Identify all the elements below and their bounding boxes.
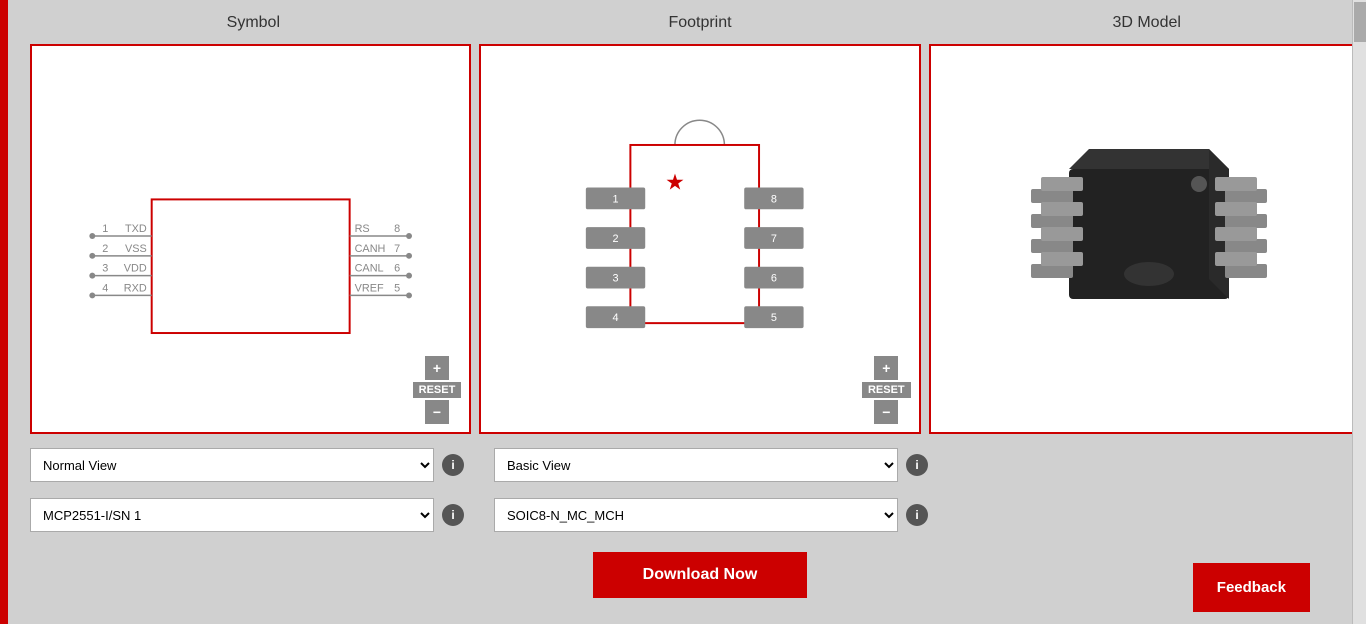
svg-text:CANH: CANH	[355, 243, 386, 255]
svg-text:CANL: CANL	[355, 263, 384, 275]
svg-text:3: 3	[102, 263, 108, 275]
svg-text:1: 1	[613, 193, 619, 205]
bottom-row: Download Now Feedback	[30, 552, 1366, 598]
symbol-header: Symbol	[30, 10, 477, 36]
svg-text:5: 5	[394, 282, 400, 294]
svg-text:8: 8	[394, 223, 400, 235]
model3d-panel	[929, 44, 1366, 434]
svg-text:8: 8	[771, 193, 777, 205]
symbol-panel: TXD 1 VSS 2 VDD 3 RXD 4	[30, 44, 471, 434]
symbol-zoom-out-button[interactable]: −	[425, 400, 449, 424]
spacer	[472, 444, 486, 486]
footprint-zoom-controls: + RESET −	[862, 356, 911, 424]
symbol-view-group: Normal View i	[30, 444, 464, 486]
footprint-svg: ★ 1 2 3 4 8 7 6 5	[481, 46, 918, 432]
symbol-zoom-in-button[interactable]: +	[425, 356, 449, 380]
scrollbar-thumb[interactable]	[1354, 2, 1366, 42]
scrollbar[interactable]	[1352, 0, 1366, 624]
feedback-button[interactable]: Feedback	[1193, 563, 1310, 612]
symbol-part-group: MCP2551-I/SN 1 i	[30, 494, 464, 536]
symbol-part-select[interactable]: MCP2551-I/SN 1	[30, 498, 434, 532]
controls-row-2: MCP2551-I/SN 1 i SOIC8-N_MC_MCH i	[30, 494, 1366, 536]
footprint-panel: ★ 1 2 3 4 8 7 6 5	[479, 44, 920, 434]
footprint-reset-button[interactable]: RESET	[862, 382, 911, 398]
footprint-part-group: SOIC8-N_MC_MCH i	[494, 494, 928, 536]
svg-text:VREF: VREF	[355, 282, 384, 294]
footprint-view-info-button[interactable]: i	[906, 454, 928, 476]
svg-text:2: 2	[613, 233, 619, 245]
model3d-content	[931, 46, 1366, 432]
footprint-zoom-in-button[interactable]: +	[874, 356, 898, 380]
footprint-view-select[interactable]: Basic View	[494, 448, 898, 482]
symbol-view-info-button[interactable]: i	[442, 454, 464, 476]
svg-text:★: ★	[665, 170, 685, 195]
svg-text:7: 7	[394, 243, 400, 255]
download-now-button[interactable]: Download Now	[593, 552, 808, 598]
spacer2	[472, 494, 486, 536]
left-accent-border	[0, 0, 8, 624]
model3d-svg	[989, 89, 1309, 389]
svg-text:VSS: VSS	[125, 243, 147, 255]
symbol-zoom-controls: + RESET −	[413, 356, 462, 424]
model3d-placeholder2	[936, 494, 1366, 536]
svg-text:3: 3	[613, 273, 619, 285]
symbol-view-select[interactable]: Normal View	[30, 448, 434, 482]
svg-text:7: 7	[771, 233, 777, 245]
svg-text:4: 4	[613, 312, 619, 324]
symbol-reset-button[interactable]: RESET	[413, 382, 462, 398]
footprint-view-group: Basic View i	[494, 444, 928, 486]
footprint-zoom-out-button[interactable]: −	[874, 400, 898, 424]
svg-text:TXD: TXD	[125, 223, 147, 235]
header-row: Symbol Footprint 3D Model	[30, 10, 1366, 36]
model3d-header: 3D Model	[923, 10, 1366, 36]
controls-row-1: Normal View i Basic View i	[30, 444, 1366, 486]
svg-text:RS: RS	[355, 223, 370, 235]
svg-text:5: 5	[771, 312, 777, 324]
svg-text:4: 4	[102, 282, 108, 294]
svg-text:6: 6	[394, 263, 400, 275]
model3d-placeholder	[936, 444, 1366, 486]
footprint-part-info-button[interactable]: i	[906, 504, 928, 526]
panels-row: TXD 1 VSS 2 VDD 3 RXD 4	[30, 44, 1366, 434]
svg-text:VDD: VDD	[124, 263, 147, 275]
svg-text:6: 6	[771, 273, 777, 285]
svg-text:1: 1	[102, 223, 108, 235]
svg-text:RXD: RXD	[124, 282, 147, 294]
svg-text:2: 2	[102, 243, 108, 255]
symbol-svg: TXD 1 VSS 2 VDD 3 RXD 4	[32, 46, 469, 432]
footprint-header: Footprint	[477, 10, 924, 36]
symbol-part-info-button[interactable]: i	[442, 504, 464, 526]
footprint-part-select[interactable]: SOIC8-N_MC_MCH	[494, 498, 898, 532]
